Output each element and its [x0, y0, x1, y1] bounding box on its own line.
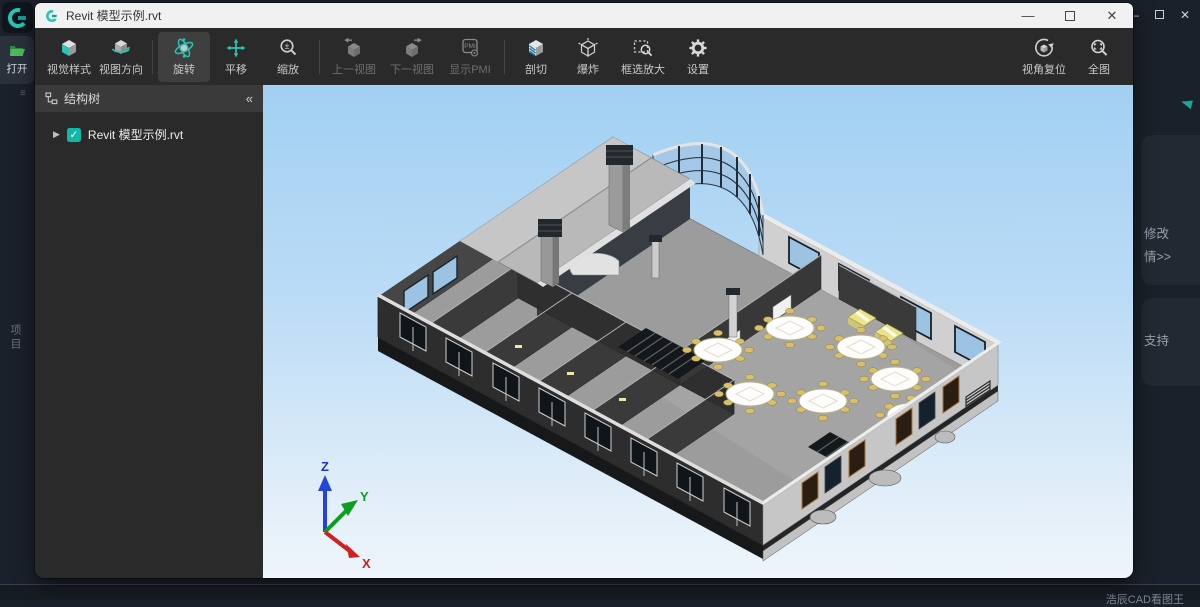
pan-arrows-icon — [224, 37, 248, 59]
promo-card-link[interactable]: 情>> — [1144, 246, 1200, 269]
minimize-button[interactable]: — — [1007, 3, 1049, 28]
svg-text:X: X — [362, 556, 371, 571]
fit-all-magnifier-icon — [1087, 37, 1111, 59]
outer-close-button[interactable]: ✕ — [1180, 8, 1190, 22]
building-model: Z Y X — [263, 85, 1133, 578]
menu-burger-icon[interactable]: ≡ — [20, 88, 26, 99]
reset-view-button[interactable]: 视角复位 — [1015, 32, 1073, 82]
svg-text:PMI: PMI — [464, 43, 476, 50]
outer-maximize-button[interactable] — [1155, 10, 1164, 19]
watermark-text: 浩辰CAD看图王 — [1106, 591, 1184, 607]
model-viewport[interactable]: Z Y X — [263, 85, 1133, 578]
box-zoom-button[interactable]: 框选放大 — [614, 32, 672, 82]
view-direction-cube-icon — [109, 37, 133, 59]
rotate-orbit-icon — [172, 37, 196, 59]
next-view-button: 下一视图 — [383, 32, 441, 82]
sidebar-item-open[interactable]: 打开 — [0, 36, 34, 84]
next-view-icon — [400, 37, 424, 59]
gstar-logo-icon — [6, 6, 30, 30]
gear-icon — [686, 37, 710, 59]
promo-card: 修改 情>> — [1141, 135, 1200, 285]
outer-window-controls: — ✕ — [1127, 8, 1190, 22]
support-card: 支持 — [1141, 298, 1200, 386]
tree-header-title: 结构树 — [64, 90, 100, 107]
titlebar[interactable]: Revit 模型示例.rvt — ✕ — [35, 3, 1133, 28]
axis-triad: Z Y X — [318, 459, 371, 571]
document-logo-icon — [45, 9, 59, 23]
pmi-badge-icon: PMI — [458, 37, 482, 59]
tree-item-label: Revit 模型示例.rvt — [88, 126, 183, 143]
expand-arrow-icon[interactable]: ▶ — [53, 129, 60, 140]
previous-view-icon — [342, 37, 366, 59]
sidebar-item-project[interactable]: 项目 — [7, 324, 23, 352]
show-pmi-button: PMI 显示PMI — [441, 32, 499, 82]
visual-style-button[interactable]: 视觉样式 — [43, 32, 95, 82]
collapse-panel-icon[interactable]: « — [246, 91, 253, 106]
svg-text:Y: Y — [360, 489, 369, 504]
box-zoom-icon — [631, 37, 655, 59]
tree-hierarchy-icon — [45, 92, 58, 105]
rotate-button[interactable]: 旋转 — [158, 32, 210, 82]
section-button[interactable]: 剖切 — [510, 32, 562, 82]
structure-tree-header: 结构树 « — [35, 85, 263, 112]
svg-text:±: ± — [285, 41, 290, 51]
promo-card-line1: 修改 — [1144, 223, 1200, 246]
zoom-button[interactable]: ± 缩放 — [262, 32, 314, 82]
svg-text:Z: Z — [321, 459, 329, 474]
bottom-strip — [0, 584, 1200, 600]
panel-collapse-arrow-icon[interactable] — [1180, 98, 1193, 109]
open-label: 打开 — [7, 61, 28, 76]
structure-tree-panel: 结构树 « ▶ ✓ Revit 模型示例.rvt — [35, 85, 263, 578]
view-direction-button[interactable]: 视图方向 — [95, 32, 147, 82]
toolbar: 视觉样式 视图方向 旋转 — [35, 28, 1133, 85]
explode-button[interactable]: 爆炸 — [562, 32, 614, 82]
maximize-button[interactable] — [1049, 3, 1091, 28]
section-cut-cube-icon — [524, 37, 548, 59]
open-folder-icon — [9, 44, 26, 58]
toolbar-separator — [319, 40, 320, 74]
zoom-magnifier-icon: ± — [276, 37, 300, 59]
reset-view-icon — [1032, 37, 1056, 59]
toolbar-separator — [504, 40, 505, 74]
settings-button[interactable]: 设置 — [672, 32, 724, 82]
pan-button[interactable]: 平移 — [210, 32, 262, 82]
viewer-window: Revit 模型示例.rvt — ✕ 视觉样式 视图方向 — [35, 3, 1133, 578]
support-card-line1: 支持 — [1144, 330, 1200, 353]
close-button[interactable]: ✕ — [1091, 3, 1133, 28]
explode-cube-icon — [576, 37, 600, 59]
tree-item-checkbox[interactable]: ✓ — [67, 128, 81, 142]
tree-root-item[interactable]: ▶ ✓ Revit 模型示例.rvt — [35, 112, 263, 143]
toolbar-separator — [152, 40, 153, 74]
previous-view-button: 上一视图 — [325, 32, 383, 82]
visual-style-cube-icon — [57, 37, 81, 59]
checkmark-icon: ✓ — [70, 129, 79, 141]
app-logo — [2, 2, 33, 33]
fit-all-button[interactable]: 全图 — [1073, 32, 1125, 82]
window-title: Revit 模型示例.rvt — [66, 7, 161, 24]
